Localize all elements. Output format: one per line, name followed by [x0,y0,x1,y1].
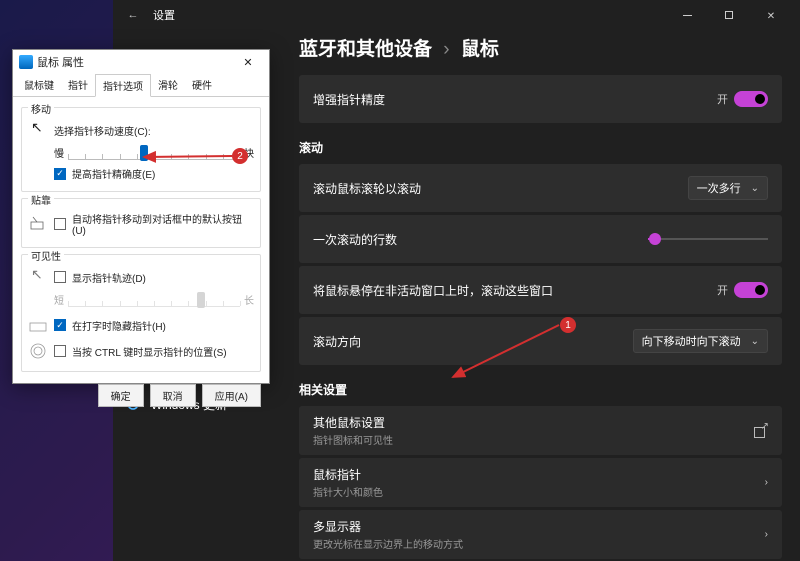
dialog-titlebar: 鼠标 属性 ✕ [13,50,269,74]
short-label: 短 [54,292,64,307]
link-subtitle: 更改光标在显示边界上的移动方式 [313,536,765,551]
row-lines-per-scroll: 一次滚动的行数 [299,215,782,263]
long-label: 长 [244,292,254,307]
group-title: 可见性 [28,248,64,263]
apply-button[interactable]: 应用(A) [202,384,261,407]
toggle-state: 开 [717,282,728,298]
row-label: 滚动鼠标滚轮以滚动 [313,180,688,197]
row-pointer-precision: 增强指针精度 开 [299,75,782,123]
chevron-right-icon: › [765,477,768,488]
row-label: 一次滚动的行数 [313,231,648,248]
row-scroll-wheel: 滚动鼠标滚轮以滚动 一次多行 ⌄ [299,164,782,212]
trails-checkbox[interactable] [54,271,66,283]
mouse-icon [19,55,33,69]
chevron-right-icon: › [765,529,768,540]
section-related: 相关设置 [299,381,782,398]
speed-slider[interactable] [68,144,240,160]
chevron-right-icon: › [443,39,449,60]
snap-label: 自动将指针移动到对话框中的默认按钮(U) [72,211,254,237]
link-mouse-pointer[interactable]: 鼠标指针 指针大小和颜色 › [299,458,782,507]
precision-toggle[interactable] [734,91,768,107]
breadcrumb-parent[interactable]: 蓝牙和其他设备 [299,39,432,60]
hide-label: 在打字时隐藏指针(H) [72,318,166,333]
back-button[interactable]: ← [121,3,145,27]
trails-slider [68,291,240,307]
dropdown-value: 一次多行 [697,180,741,196]
row-label: 滚动方向 [313,333,633,350]
slow-label: 慢 [54,145,64,160]
content: 蓝牙和其他设备 › 鼠标 增强指针精度 开 滚动 滚动鼠标滚轮以滚动 一次多行 … [299,30,782,561]
speed-label: 选择指针移动速度(C): [54,123,151,138]
snap-checkbox[interactable] [54,218,66,230]
link-multi-display[interactable]: 多显示器 更改光标在显示边界上的移动方式 › [299,510,782,559]
ctrl-locate-checkbox[interactable] [54,345,66,357]
group-motion: 移动 选择指针移动速度(C): 慢 快 ✓ 提高指针精确度(E) [21,107,261,192]
link-title: 多显示器 [313,518,765,535]
app-title: 设置 [153,7,175,23]
group-title: 贴靠 [28,192,54,207]
row-label: 将鼠标悬停在非活动窗口上时，滚动这些窗口 [313,282,717,299]
annotation-badge-1: 1 [560,317,576,333]
row-scroll-inactive: 将鼠标悬停在非活动窗口上时，滚动这些窗口 开 [299,266,782,314]
cancel-button[interactable]: 取消 [150,384,196,407]
section-scroll: 滚动 [299,139,782,156]
tab-pointer-options[interactable]: 指针选项 [95,74,151,97]
tab-pointers[interactable]: 指针 [61,74,95,96]
link-title: 鼠标指针 [313,466,765,483]
tab-bar: 鼠标键 指针 指针选项 滑轮 硬件 [13,74,269,97]
tab-hardware[interactable]: 硬件 [185,74,219,96]
trails-icon [28,267,48,287]
ok-button[interactable]: 确定 [98,384,144,407]
hide-typing-icon [28,315,48,335]
dialog-close-button[interactable]: ✕ [233,52,263,72]
lines-slider[interactable] [648,238,768,240]
mouse-properties-dialog: 鼠标 属性 ✕ 鼠标键 指针 指针选项 滑轮 硬件 移动 选择指针移动速度(C)… [12,49,270,384]
link-other-mouse-settings[interactable]: 其他鼠标设置 指针图标和可见性 [299,406,782,455]
tab-buttons[interactable]: 鼠标键 [17,74,61,96]
external-link-icon [754,424,768,438]
enhance-precision-checkbox[interactable]: ✓ [54,168,66,180]
maximize-button[interactable] [708,0,750,30]
minimize-button[interactable] [666,0,708,30]
enhance-label: 提高指针精确度(E) [72,166,155,181]
snap-icon [28,214,48,234]
titlebar: ← 设置 [113,0,800,30]
row-scroll-direction: 滚动方向 向下移动时向下滚动 ⌄ [299,317,782,365]
group-visibility: 可见性 显示指针轨迹(D) 短 长 ✓ 在打字时隐藏指针(H) 当按 CTRL … [21,254,261,372]
link-subtitle: 指针大小和颜色 [313,484,765,499]
breadcrumb-current: 鼠标 [461,39,499,60]
toggle-state: 开 [717,91,728,107]
group-snap: 贴靠 自动将指针移动到对话框中的默认按钮(U) [21,198,261,248]
chevron-down-icon: ⌄ [751,336,759,347]
close-button[interactable] [750,0,792,30]
chevron-down-icon: ⌄ [751,183,759,194]
row-label: 增强指针精度 [313,91,717,108]
breadcrumb: 蓝牙和其他设备 › 鼠标 [299,34,782,61]
group-title: 移动 [28,101,54,116]
link-subtitle: 指针图标和可见性 [313,432,754,447]
ctrl-locate-icon [28,341,48,361]
inactive-toggle[interactable] [734,282,768,298]
tab-wheel[interactable]: 滑轮 [151,74,185,96]
ctrl-label: 当按 CTRL 键时显示指针的位置(S) [72,344,227,359]
trails-label: 显示指针轨迹(D) [72,270,146,285]
dialog-title: 鼠标 属性 [37,54,84,70]
dropdown-value: 向下移动时向下滚动 [642,333,741,349]
hide-typing-checkbox[interactable]: ✓ [54,319,66,331]
direction-dropdown[interactable]: 向下移动时向下滚动 ⌄ [633,329,768,353]
link-title: 其他鼠标设置 [313,414,754,431]
cursor-icon [28,120,48,140]
annotation-badge-2: 2 [232,148,248,164]
scroll-wheel-dropdown[interactable]: 一次多行 ⌄ [688,176,768,200]
